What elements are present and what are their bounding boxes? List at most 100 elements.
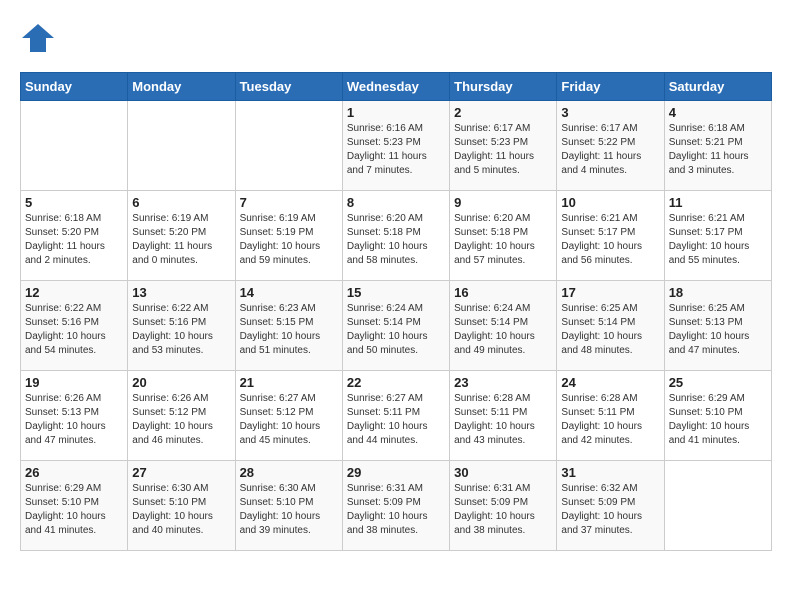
calendar-cell: 9Sunrise: 6:20 AM Sunset: 5:18 PM Daylig… xyxy=(450,191,557,281)
calendar-week-row: 12 Sunrise: 6:22 AM Sunset: 5:16 PM Dayli… xyxy=(21,281,772,371)
logo-icon xyxy=(20,20,56,56)
day-info: Sunrise: 6:20 AM Sunset: 5:18 PM Dayligh… xyxy=(454,212,552,268)
day-info: Sunrise: 6:31 AM Sunset: 5:09 PM Dayligh… xyxy=(454,482,552,538)
calendar-cell: 13Sunrise: 6:22 AM Sunset: 5:16 PM Dayli… xyxy=(128,281,235,371)
day-info: Sunrise: 6:24 AM Sunset: 5:14 PM Dayligh… xyxy=(454,302,552,358)
calendar-cell: 6Sunrise: 6:19 AM Sunset: 5:20 PM Daylig… xyxy=(128,191,235,281)
day-header-tuesday: Tuesday xyxy=(235,73,342,101)
day-info: Sunrise: 6:29 AM Sunset: 5:10 PM Dayligh… xyxy=(25,482,123,538)
day-number: 17 xyxy=(561,285,659,300)
day-number: 11 xyxy=(669,195,767,210)
day-info: Sunrise: 6:22 AM Sunset: 5:16 PM Dayligh… xyxy=(25,302,123,358)
day-info: Sunrise: 6:16 AM Sunset: 5:23 PM Dayligh… xyxy=(347,122,445,178)
calendar-cell: 24Sunrise: 6:28 AM Sunset: 5:11 PM Dayli… xyxy=(557,371,664,461)
day-number: 1 xyxy=(347,105,445,120)
day-info: Sunrise: 6:27 AM Sunset: 5:12 PM Dayligh… xyxy=(240,392,338,448)
calendar-week-row: 1 Sunrise: 6:16 AM Sunset: 5:23 PM Daylig… xyxy=(21,101,772,191)
day-number: 14 xyxy=(240,285,338,300)
day-number: 10 xyxy=(561,195,659,210)
calendar-cell: 26 Sunrise: 6:29 AM Sunset: 5:10 PM Dayli… xyxy=(21,461,128,551)
day-number: 23 xyxy=(454,375,552,390)
calendar-cell: 18Sunrise: 6:25 AM Sunset: 5:13 PM Dayli… xyxy=(664,281,771,371)
calendar-cell: 1 Sunrise: 6:16 AM Sunset: 5:23 PM Daylig… xyxy=(342,101,449,191)
day-info: Sunrise: 6:20 AM Sunset: 5:18 PM Dayligh… xyxy=(347,212,445,268)
calendar-cell: 4 Sunrise: 6:18 AM Sunset: 5:21 PM Daylig… xyxy=(664,101,771,191)
calendar-cell xyxy=(664,461,771,551)
day-number: 24 xyxy=(561,375,659,390)
calendar-cell: 31 Sunrise: 6:32 AM Sunset: 5:09 PM Dayli… xyxy=(557,461,664,551)
calendar-week-row: 19 Sunrise: 6:26 AM Sunset: 5:13 PM Dayli… xyxy=(21,371,772,461)
calendar-cell: 12 Sunrise: 6:22 AM Sunset: 5:16 PM Dayli… xyxy=(21,281,128,371)
calendar-cell: 27 Sunrise: 6:30 AM Sunset: 5:10 PM Dayli… xyxy=(128,461,235,551)
day-info: Sunrise: 6:30 AM Sunset: 5:10 PM Dayligh… xyxy=(240,482,338,538)
calendar-cell: 15 Sunrise: 6:24 AM Sunset: 5:14 PM Dayli… xyxy=(342,281,449,371)
day-number: 18 xyxy=(669,285,767,300)
page-header xyxy=(20,20,772,56)
calendar-cell: 28 Sunrise: 6:30 AM Sunset: 5:10 PM Dayli… xyxy=(235,461,342,551)
day-info: Sunrise: 6:29 AM Sunset: 5:10 PM Dayligh… xyxy=(669,392,767,448)
calendar-cell: 11 Sunrise: 6:21 AM Sunset: 5:17 PM Dayli… xyxy=(664,191,771,281)
day-number: 15 xyxy=(347,285,445,300)
calendar-cell: 14 Sunrise: 6:23 AM Sunset: 5:15 PM Dayli… xyxy=(235,281,342,371)
day-number: 29 xyxy=(347,465,445,480)
day-header-monday: Monday xyxy=(128,73,235,101)
calendar-cell: 7 Sunrise: 6:19 AM Sunset: 5:19 PM Daylig… xyxy=(235,191,342,281)
calendar-cell: 30 Sunrise: 6:31 AM Sunset: 5:09 PM Dayli… xyxy=(450,461,557,551)
day-header-saturday: Saturday xyxy=(664,73,771,101)
day-number: 26 xyxy=(25,465,123,480)
day-number: 3 xyxy=(561,105,659,120)
calendar-cell: 5 Sunrise: 6:18 AM Sunset: 5:20 PM Daylig… xyxy=(21,191,128,281)
day-info: Sunrise: 6:25 AM Sunset: 5:14 PM Dayligh… xyxy=(561,302,659,358)
day-number: 19 xyxy=(25,375,123,390)
calendar-week-row: 5 Sunrise: 6:18 AM Sunset: 5:20 PM Daylig… xyxy=(21,191,772,281)
day-number: 16 xyxy=(454,285,552,300)
day-info: Sunrise: 6:19 AM Sunset: 5:19 PM Dayligh… xyxy=(240,212,338,268)
day-number: 8 xyxy=(347,195,445,210)
day-info: Sunrise: 6:23 AM Sunset: 5:15 PM Dayligh… xyxy=(240,302,338,358)
day-info: Sunrise: 6:28 AM Sunset: 5:11 PM Dayligh… xyxy=(454,392,552,448)
day-number: 13 xyxy=(132,285,230,300)
day-info: Sunrise: 6:21 AM Sunset: 5:17 PM Dayligh… xyxy=(561,212,659,268)
day-number: 28 xyxy=(240,465,338,480)
day-header-thursday: Thursday xyxy=(450,73,557,101)
calendar-cell: 29 Sunrise: 6:31 AM Sunset: 5:09 PM Dayli… xyxy=(342,461,449,551)
calendar-cell: 17 Sunrise: 6:25 AM Sunset: 5:14 PM Dayli… xyxy=(557,281,664,371)
calendar-cell: 21 Sunrise: 6:27 AM Sunset: 5:12 PM Dayli… xyxy=(235,371,342,461)
day-number: 30 xyxy=(454,465,552,480)
day-info: Sunrise: 6:31 AM Sunset: 5:09 PM Dayligh… xyxy=(347,482,445,538)
calendar-cell xyxy=(128,101,235,191)
calendar-cell xyxy=(235,101,342,191)
calendar-cell: 19 Sunrise: 6:26 AM Sunset: 5:13 PM Dayli… xyxy=(21,371,128,461)
day-info: Sunrise: 6:32 AM Sunset: 5:09 PM Dayligh… xyxy=(561,482,659,538)
logo xyxy=(20,20,60,56)
day-info: Sunrise: 6:21 AM Sunset: 5:17 PM Dayligh… xyxy=(669,212,767,268)
day-number: 25 xyxy=(669,375,767,390)
calendar-cell: 23 Sunrise: 6:28 AM Sunset: 5:11 PM Dayli… xyxy=(450,371,557,461)
calendar-cell: 22 Sunrise: 6:27 AM Sunset: 5:11 PM Dayli… xyxy=(342,371,449,461)
calendar-header-row: SundayMondayTuesdayWednesdayThursdayFrid… xyxy=(21,73,772,101)
day-number: 27 xyxy=(132,465,230,480)
calendar-table: SundayMondayTuesdayWednesdayThursdayFrid… xyxy=(20,72,772,551)
day-info: Sunrise: 6:24 AM Sunset: 5:14 PM Dayligh… xyxy=(347,302,445,358)
day-number: 2 xyxy=(454,105,552,120)
day-number: 5 xyxy=(25,195,123,210)
day-info: Sunrise: 6:30 AM Sunset: 5:10 PM Dayligh… xyxy=(132,482,230,538)
day-info: Sunrise: 6:17 AM Sunset: 5:22 PM Dayligh… xyxy=(561,122,659,178)
day-info: Sunrise: 6:26 AM Sunset: 5:13 PM Dayligh… xyxy=(25,392,123,448)
day-info: Sunrise: 6:17 AM Sunset: 5:23 PM Dayligh… xyxy=(454,122,552,178)
calendar-cell: 3 Sunrise: 6:17 AM Sunset: 5:22 PM Daylig… xyxy=(557,101,664,191)
day-info: Sunrise: 6:19 AM Sunset: 5:20 PM Dayligh… xyxy=(132,212,230,268)
day-number: 21 xyxy=(240,375,338,390)
day-number: 31 xyxy=(561,465,659,480)
day-info: Sunrise: 6:18 AM Sunset: 5:21 PM Dayligh… xyxy=(669,122,767,178)
day-info: Sunrise: 6:26 AM Sunset: 5:12 PM Dayligh… xyxy=(132,392,230,448)
day-number: 12 xyxy=(25,285,123,300)
day-number: 7 xyxy=(240,195,338,210)
day-info: Sunrise: 6:18 AM Sunset: 5:20 PM Dayligh… xyxy=(25,212,123,268)
calendar-cell: 16 Sunrise: 6:24 AM Sunset: 5:14 PM Dayli… xyxy=(450,281,557,371)
day-number: 4 xyxy=(669,105,767,120)
day-number: 22 xyxy=(347,375,445,390)
day-info: Sunrise: 6:27 AM Sunset: 5:11 PM Dayligh… xyxy=(347,392,445,448)
calendar-cell: 10 Sunrise: 6:21 AM Sunset: 5:17 PM Dayli… xyxy=(557,191,664,281)
calendar-cell: 2 Sunrise: 6:17 AM Sunset: 5:23 PM Daylig… xyxy=(450,101,557,191)
